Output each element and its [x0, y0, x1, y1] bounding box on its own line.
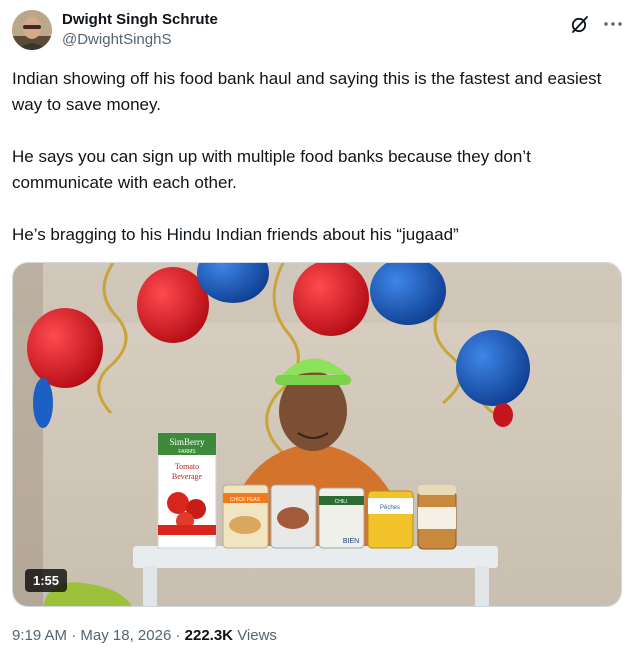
carton-brand: SimBerry	[170, 437, 205, 447]
tweet-paragraph-3: He’s bragging to his Hindu Indian friend…	[12, 225, 459, 244]
video-duration: 1:55	[25, 569, 68, 592]
carton-label-2: Beverage	[172, 472, 203, 481]
author-names: Dwight Singh Schrute @DwightSinghS	[62, 11, 218, 50]
tweet-meta: 9:19 AM · May 18, 2026 · 222.3K Views	[12, 626, 277, 646]
can-label-1: CHICK PEAS	[230, 497, 261, 503]
video-player[interactable]: SimBerry FARMS Tomato Beverage CHICK PEA…	[12, 262, 622, 607]
views-label: Views	[237, 627, 277, 644]
display-name[interactable]: Dwight Singh Schrute	[62, 11, 218, 29]
timestamp-time[interactable]: 9:19 AM	[12, 627, 67, 644]
carton-label-1: Tomato	[175, 462, 199, 471]
video-frame: SimBerry FARMS Tomato Beverage CHICK PEA…	[13, 263, 621, 606]
tweet-header: Dwight Singh Schrute @DwightSinghS	[12, 8, 626, 52]
more-icon[interactable]	[602, 14, 624, 34]
can-brand-3: BIEN	[343, 538, 359, 545]
can-label-4: Pêches	[380, 505, 400, 511]
balloon-red	[293, 263, 369, 336]
meta-separator: ·	[175, 627, 181, 644]
timestamp-date[interactable]: May 18, 2026	[80, 627, 171, 644]
tweet: Dwight Singh Schrute @DwightSinghS India…	[0, 0, 640, 656]
carton-sub: FARMS	[178, 449, 196, 455]
balloon-blue	[456, 330, 530, 406]
can-label-3: CHILI	[335, 499, 348, 505]
meta-separator: ·	[71, 627, 77, 644]
avatar[interactable]	[12, 10, 52, 50]
tweet-text: Indian showing off his food bank haul an…	[12, 66, 622, 248]
grok-icon[interactable]	[570, 14, 590, 34]
views-count[interactable]: 222.3K	[185, 627, 233, 644]
handle[interactable]: @DwightSinghS	[62, 30, 218, 50]
balloon-red	[27, 308, 103, 388]
tweet-paragraph-1: Indian showing off his food bank haul an…	[12, 69, 602, 114]
tweet-paragraph-2: He says you can sign up with multiple fo…	[12, 147, 531, 192]
